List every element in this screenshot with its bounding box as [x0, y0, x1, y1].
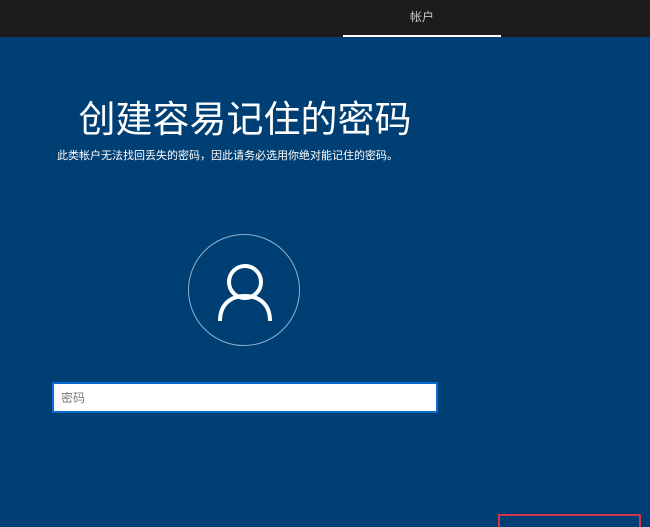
avatar: [188, 234, 300, 346]
tab-account[interactable]: 帐户: [343, 0, 501, 37]
page-subtitle: 此类帐户无法找回丢失的密码，因此请务必选用你绝对能记住的密码。: [57, 149, 398, 162]
user-icon: [218, 264, 272, 322]
highlight-box: [498, 514, 641, 527]
page-title: 创建容易记住的密码: [78, 98, 412, 141]
password-input[interactable]: [52, 382, 438, 413]
top-bar: 帐户: [0, 0, 650, 37]
